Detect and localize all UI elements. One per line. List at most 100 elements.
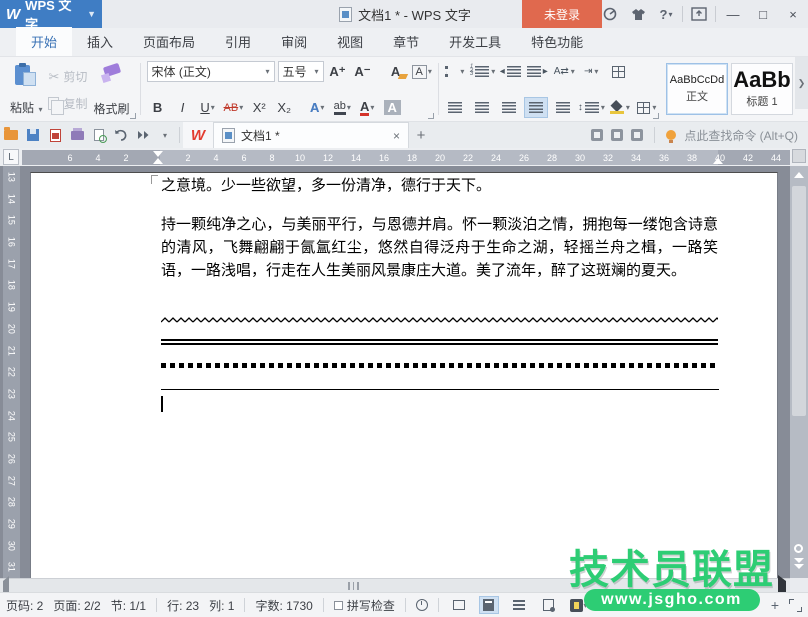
- ribbon-tab[interactable]: 审阅: [266, 27, 322, 56]
- subscript-button[interactable]: X₂: [273, 97, 295, 118]
- font-size-select[interactable]: 五号▾: [278, 61, 324, 82]
- horizontal-ruler[interactable]: L 642 2468101214161820222426283032343638…: [0, 148, 808, 166]
- highlight-button[interactable]: ab▾: [331, 97, 353, 118]
- paste-button[interactable]: 粘贴 ▾: [6, 61, 46, 119]
- workspace-icon[interactable]: [591, 129, 603, 141]
- align-left-button[interactable]: [443, 97, 467, 118]
- cloud-icon[interactable]: [611, 129, 623, 141]
- ribbon-tab[interactable]: 插入: [72, 27, 128, 56]
- dialog-launcher-icon[interactable]: [428, 113, 434, 119]
- underline-button[interactable]: U▾: [197, 97, 219, 118]
- numbered-list-button[interactable]: 123▾: [470, 61, 495, 82]
- select-browse-object-button[interactable]: [794, 544, 803, 553]
- command-search-hint[interactable]: 点此查找命令 (Alt+Q): [684, 127, 798, 144]
- chevron-down-icon: ▾: [347, 103, 351, 112]
- copy-button[interactable]: 复制: [48, 94, 87, 114]
- spell-check-toggle[interactable]: 拼写检查: [334, 597, 395, 614]
- open-button[interactable]: [0, 125, 22, 145]
- help-button[interactable]: ?▾: [654, 3, 678, 25]
- document-page[interactable]: 之意境。少一些欲望，多一份清净，德行于天下。 持一颗纯净之心，与美丽平行，与恩德…: [30, 172, 778, 578]
- maximize-button[interactable]: □: [750, 3, 776, 25]
- line-spacing-button[interactable]: ↕▾: [578, 97, 605, 118]
- ribbon-tab[interactable]: 开发工具: [434, 27, 516, 56]
- scrollbar-thumb[interactable]: [348, 582, 359, 590]
- close-tab-icon[interactable]: ×: [393, 129, 400, 143]
- shading-button[interactable]: ▾: [608, 97, 632, 118]
- style-card[interactable]: AaBb 标题 1: [731, 63, 793, 115]
- text-direction-button[interactable]: A⇄▾: [552, 61, 576, 82]
- text-effects-button[interactable]: A▾: [306, 97, 328, 118]
- history-icon[interactable]: [416, 599, 428, 611]
- strikethrough-button[interactable]: AB▾: [222, 97, 246, 118]
- undo-button[interactable]: [110, 125, 132, 145]
- dialog-launcher-icon[interactable]: [130, 113, 136, 119]
- ribbon-tab[interactable]: 视图: [322, 27, 378, 56]
- login-button[interactable]: 未登录: [522, 0, 602, 28]
- font-color-button[interactable]: A▾: [356, 97, 378, 118]
- asian-layout-button[interactable]: ⇥▾: [579, 61, 603, 82]
- new-tab-button[interactable]: +: [409, 124, 433, 146]
- styles-more-button[interactable]: ❯: [795, 57, 808, 109]
- wps-home-tab[interactable]: W: [183, 122, 213, 148]
- format-painter-button[interactable]: 格式刷: [90, 61, 134, 119]
- clear-format-button[interactable]: A: [385, 61, 407, 82]
- more-tools-icon[interactable]: [631, 129, 643, 141]
- close-button[interactable]: ×: [780, 3, 806, 25]
- hanging-indent-marker[interactable]: [153, 158, 163, 164]
- increase-indent-button[interactable]: ▸: [525, 61, 549, 82]
- feedback-icon[interactable]: [598, 3, 622, 25]
- cut-button[interactable]: ✂ 剪切: [48, 67, 87, 87]
- redo-button[interactable]: [132, 125, 154, 145]
- web-view-button[interactable]: [539, 596, 559, 614]
- align-right-button[interactable]: [497, 97, 521, 118]
- shrink-font-button[interactable]: A⁻: [352, 61, 374, 82]
- ribbon-tab[interactable]: 章节: [378, 27, 434, 56]
- export-pdf-button[interactable]: [44, 125, 66, 145]
- scroll-up-button[interactable]: [790, 168, 808, 182]
- document-tab[interactable]: 文档1 * ×: [213, 122, 409, 148]
- print-button[interactable]: [66, 125, 88, 145]
- fullscreen-view-button[interactable]: [449, 596, 469, 614]
- character-shading-button[interactable]: A: [381, 97, 403, 118]
- vertical-ruler[interactable]: 13141516171819202122232425262728293031: [3, 166, 20, 578]
- justify-button[interactable]: [524, 97, 548, 118]
- right-indent-marker[interactable]: [713, 158, 723, 164]
- customize-toolbar-button[interactable]: ▾: [154, 125, 176, 145]
- bullet-list-button[interactable]: ▾: [443, 61, 467, 82]
- fit-window-button[interactable]: [789, 599, 802, 612]
- distribute-button[interactable]: [551, 97, 575, 118]
- dialog-launcher-icon[interactable]: [653, 113, 659, 119]
- italic-button[interactable]: I: [172, 97, 194, 118]
- outline-view-button[interactable]: [509, 596, 529, 614]
- collapse-ribbon-icon[interactable]: [687, 3, 711, 25]
- font-name-select[interactable]: 宋体 (正文)▾: [147, 61, 275, 82]
- print-preview-button[interactable]: [88, 125, 110, 145]
- save-button[interactable]: [22, 125, 44, 145]
- align-center-button[interactable]: [470, 97, 494, 118]
- minimize-button[interactable]: —: [720, 3, 746, 25]
- ribbon-tab[interactable]: 页面布局: [128, 27, 210, 56]
- status-word-count[interactable]: 字数: 1730: [255, 597, 312, 614]
- skin-theme-icon[interactable]: [626, 3, 650, 25]
- vertical-scrollbar[interactable]: [790, 166, 808, 578]
- first-line-indent-marker[interactable]: [153, 151, 163, 157]
- superscript-button[interactable]: X²: [248, 97, 270, 118]
- decrease-indent-button[interactable]: ◂: [498, 61, 522, 82]
- insert-table-button[interactable]: [606, 61, 630, 82]
- paragraph-text[interactable]: 之意境。少一些欲望，多一份清净，德行于天下。: [161, 175, 721, 198]
- enclose-character-button[interactable]: A▾: [410, 61, 434, 82]
- ruler-toggle-icon[interactable]: [792, 149, 806, 163]
- bold-button[interactable]: B: [147, 97, 169, 118]
- scissors-icon: ✂: [48, 69, 59, 85]
- paragraph-text[interactable]: 持一颗纯净之心，与美丽平行，与恩德并肩。怀一颗淡泊之情，拥抱每一缕饱含诗意的清风…: [161, 214, 718, 283]
- ribbon-tab[interactable]: 开始: [16, 27, 72, 56]
- app-menu-button[interactable]: W WPS 文字 ▼: [0, 0, 102, 28]
- next-page-button[interactable]: [794, 558, 804, 569]
- ribbon-tab[interactable]: 特色功能: [516, 27, 598, 56]
- tab-selector-button[interactable]: L: [3, 149, 19, 165]
- style-card[interactable]: AaBbCcDd 正文: [666, 63, 728, 115]
- scrollbar-thumb[interactable]: [792, 186, 806, 416]
- page-view-button[interactable]: [479, 596, 499, 614]
- ribbon-tab[interactable]: 引用: [210, 27, 266, 56]
- grow-font-button[interactable]: A⁺: [327, 61, 349, 82]
